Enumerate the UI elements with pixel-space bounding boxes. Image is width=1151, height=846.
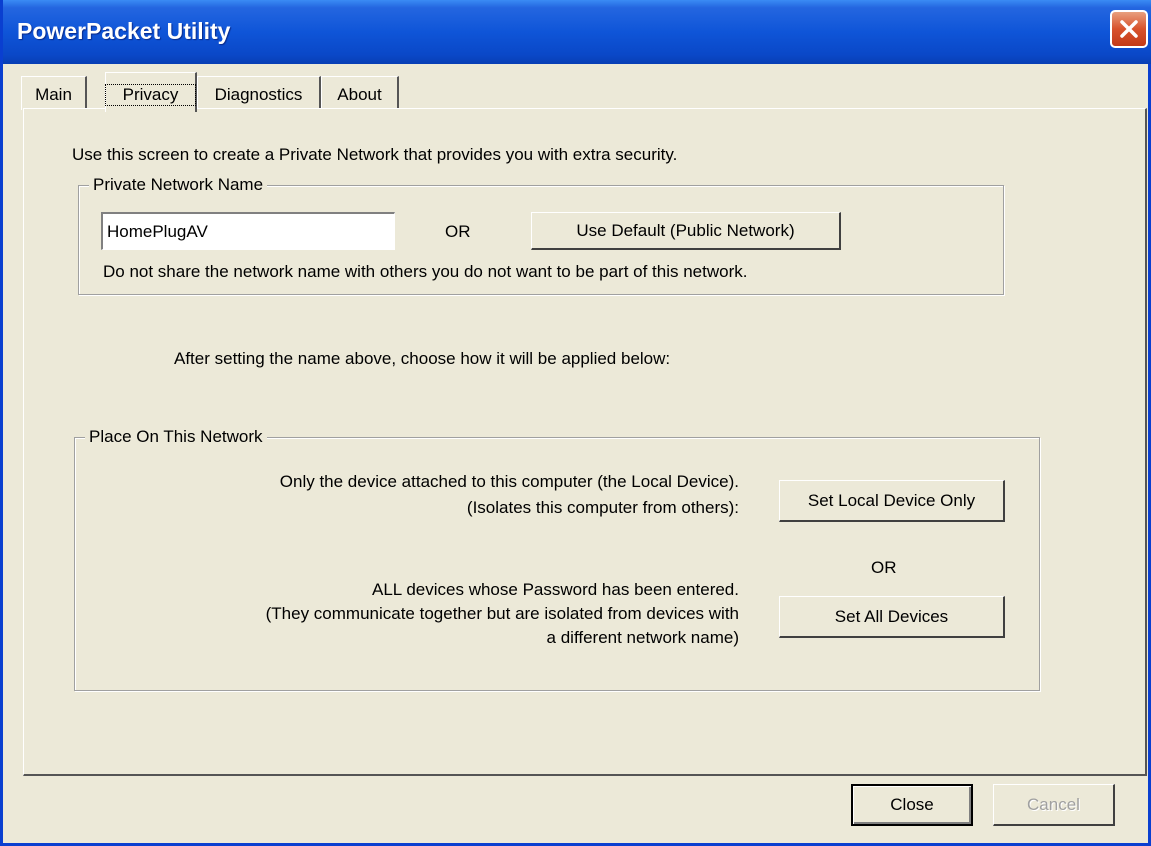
all-devices-note-2: a different network name) — [546, 628, 739, 647]
privacy-panel: Use this screen to create a Private Netw… — [23, 108, 1147, 776]
place-network-legend: Place On This Network — [85, 427, 267, 447]
set-all-devices-button[interactable]: Set All Devices — [779, 596, 1005, 638]
title-bar[interactable]: PowerPacket Utility — [3, 0, 1151, 64]
window-title: PowerPacket Utility — [17, 18, 231, 44]
close-icon — [1120, 20, 1138, 38]
place-network-group: Place On This Network Only the device at… — [74, 427, 1040, 691]
cancel-button[interactable]: Cancel — [993, 784, 1115, 826]
network-name-input[interactable] — [101, 212, 395, 250]
tab-privacy-label: Privacy — [105, 84, 196, 106]
all-devices-note-1: (They communicate together but are isola… — [265, 604, 739, 623]
instruction-text: After setting the name above, choose how… — [174, 349, 671, 368]
or-label-2: OR — [871, 558, 897, 577]
private-network-legend: Private Network Name — [89, 175, 268, 195]
use-default-button[interactable]: Use Default (Public Network) — [531, 212, 841, 250]
tab-main[interactable]: Main — [21, 76, 87, 110]
local-device-text: Only the device attached to this compute… — [279, 472, 739, 491]
network-name-warning: Do not share the network name with other… — [103, 262, 748, 281]
tab-about[interactable]: About — [321, 76, 399, 110]
private-network-group: Private Network Name OR Use Default (Pub… — [78, 175, 1004, 295]
window-close-button[interactable] — [1110, 10, 1148, 48]
set-local-device-button[interactable]: Set Local Device Only — [779, 480, 1005, 522]
all-devices-text: ALL devices whose Password has been ente… — [372, 580, 739, 599]
close-button[interactable]: Close — [851, 784, 973, 826]
local-device-note: (Isolates this computer from others): — [466, 498, 739, 517]
or-label: OR — [445, 222, 471, 241]
utility-window: PowerPacket Utility Main Privacy Diagnos… — [0, 0, 1151, 846]
intro-text: Use this screen to create a Private Netw… — [72, 145, 678, 164]
tab-privacy[interactable]: Privacy — [105, 72, 197, 112]
tab-diagnostics[interactable]: Diagnostics — [197, 76, 321, 110]
